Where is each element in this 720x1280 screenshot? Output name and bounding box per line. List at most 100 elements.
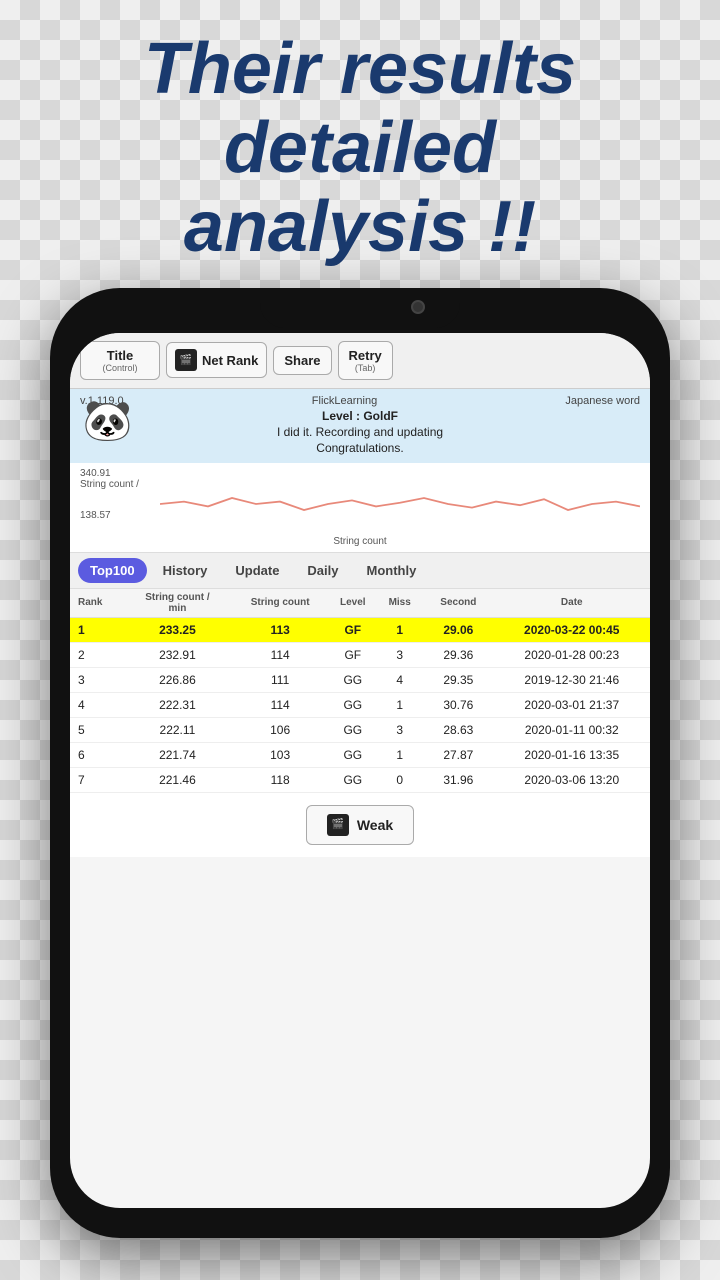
cell-miss: 1 [376, 742, 423, 767]
tab-history[interactable]: History [151, 558, 220, 583]
type-text: Japanese word [565, 395, 640, 407]
app-content: Title (Control) 🎬 Net Rank Share Retry (… [70, 333, 650, 1208]
cell-string-count: 111 [231, 667, 329, 692]
cell-string-count: 114 [231, 692, 329, 717]
cell-date: 2020-01-16 13:35 [494, 742, 650, 767]
chart-svg [160, 468, 640, 540]
th-string-rate: String count /min [124, 589, 231, 618]
cell-second: 28.63 [423, 717, 493, 742]
cell-miss: 1 [376, 692, 423, 717]
cell-second: 27.87 [423, 742, 493, 767]
cell-level: GG [329, 667, 376, 692]
table-row: 3 226.86 111 GG 4 29.35 2019-12-30 21:46 [70, 667, 650, 692]
th-second: Second [423, 589, 493, 618]
cell-string-count: 113 [231, 617, 329, 642]
weak-container: 🎬 Weak [70, 793, 650, 857]
cell-rank: 2 [70, 642, 124, 667]
th-level: Level [329, 589, 376, 618]
cell-level: GG [329, 767, 376, 792]
cell-date: 2020-01-11 00:32 [494, 717, 650, 742]
net-rank-icon: 🎬 [175, 349, 197, 371]
info-message1: I did it. Recording and updating [80, 425, 640, 439]
th-date: Date [494, 589, 650, 618]
table-container: Rank String count /min String count Leve… [70, 589, 650, 793]
tab-top100[interactable]: Top100 [78, 558, 147, 583]
headline-line3: analysis !! [184, 187, 536, 267]
data-table: Rank String count /min String count Leve… [70, 589, 650, 793]
info-version-row: v.1.119.0 FlickLearning Japanese word [80, 395, 640, 407]
panda-mascot: 🐼 [80, 394, 135, 449]
share-button[interactable]: Share [273, 346, 331, 375]
cell-rank: 5 [70, 717, 124, 742]
chart-y-min: 138.57 [80, 510, 139, 521]
cell-second: 29.06 [423, 617, 493, 642]
cell-string-rate: 222.31 [124, 692, 231, 717]
cell-date: 2020-03-01 21:37 [494, 692, 650, 717]
app-name: FlickLearning [312, 395, 377, 407]
cell-string-rate: 232.91 [124, 642, 231, 667]
chart-y-label: String count / [80, 479, 139, 490]
cell-rank: 4 [70, 692, 124, 717]
phone-screen: Title (Control) 🎬 Net Rank Share Retry (… [70, 333, 650, 1208]
phone-camera [411, 300, 425, 314]
th-miss: Miss [376, 589, 423, 618]
retry-button[interactable]: Retry (Tab) [338, 341, 393, 380]
title-button[interactable]: Title (Control) [80, 341, 160, 380]
headline-line2: detailed [224, 108, 496, 188]
cell-miss: 1 [376, 617, 423, 642]
cell-string-rate: 222.11 [124, 717, 231, 742]
cell-level: GF [329, 617, 376, 642]
table-row: 4 222.31 114 GG 1 30.76 2020-03-01 21:37 [70, 692, 650, 717]
table-row: 6 221.74 103 GG 1 27.87 2020-01-16 13:35 [70, 742, 650, 767]
cell-miss: 0 [376, 767, 423, 792]
cell-level: GG [329, 717, 376, 742]
headline-line1: Their results [144, 29, 576, 109]
phone-notch [260, 288, 460, 328]
cell-string-rate: 226.86 [124, 667, 231, 692]
cell-level: GG [329, 742, 376, 767]
tab-monthly[interactable]: Monthly [355, 558, 429, 583]
th-string-count: String count [231, 589, 329, 618]
cell-miss: 3 [376, 642, 423, 667]
info-header: 🐼 v.1.119.0 FlickLearning Japanese word … [70, 389, 650, 463]
phone-frame: Title (Control) 🎬 Net Rank Share Retry (… [50, 288, 670, 1238]
cell-string-count: 118 [231, 767, 329, 792]
chart-area: 340.91 String count / 138.57 String coun… [70, 463, 650, 553]
cell-string-rate: 221.74 [124, 742, 231, 767]
cell-rank: 7 [70, 767, 124, 792]
info-message2: Congratulations. [80, 441, 640, 455]
chart-labels: 340.91 String count / 138.57 [80, 468, 139, 521]
cell-date: 2020-03-22 00:45 [494, 617, 650, 642]
cell-date: 2019-12-30 21:46 [494, 667, 650, 692]
table-row: 2 232.91 114 GF 3 29.36 2020-01-28 00:23 [70, 642, 650, 667]
cell-rank: 1 [70, 617, 124, 642]
cell-date: 2020-01-28 00:23 [494, 642, 650, 667]
phone-container: Title (Control) 🎬 Net Rank Share Retry (… [50, 288, 670, 1238]
cell-string-count: 103 [231, 742, 329, 767]
table-row: 5 222.11 106 GG 3 28.63 2020-01-11 00:32 [70, 717, 650, 742]
cell-level: GG [329, 692, 376, 717]
tab-daily[interactable]: Daily [295, 558, 350, 583]
cell-string-count: 106 [231, 717, 329, 742]
weak-icon: 🎬 [327, 814, 349, 836]
table-row: 1 233.25 113 GF 1 29.06 2020-03-22 00:45 [70, 617, 650, 642]
level-text: Level : GoldF [80, 409, 640, 423]
cell-level: GF [329, 642, 376, 667]
cell-second: 29.35 [423, 667, 493, 692]
weak-button[interactable]: 🎬 Weak [306, 805, 414, 845]
table-row: 7 221.46 118 GG 0 31.96 2020-03-06 13:20 [70, 767, 650, 792]
cell-miss: 4 [376, 667, 423, 692]
th-rank: Rank [70, 589, 124, 618]
tab-update[interactable]: Update [223, 558, 291, 583]
cell-miss: 3 [376, 717, 423, 742]
cell-second: 30.76 [423, 692, 493, 717]
cell-string-rate: 221.46 [124, 767, 231, 792]
tab-row: Top100 History Update Daily Monthly [70, 553, 650, 589]
weak-label: Weak [357, 817, 393, 833]
net-rank-button[interactable]: 🎬 Net Rank [166, 342, 267, 378]
cell-second: 29.36 [423, 642, 493, 667]
chart-y-max: 340.91 [80, 468, 139, 479]
chart-x-label: String count [333, 536, 386, 547]
headline: Their results detailed analysis !! [0, 0, 720, 288]
cell-string-rate: 233.25 [124, 617, 231, 642]
